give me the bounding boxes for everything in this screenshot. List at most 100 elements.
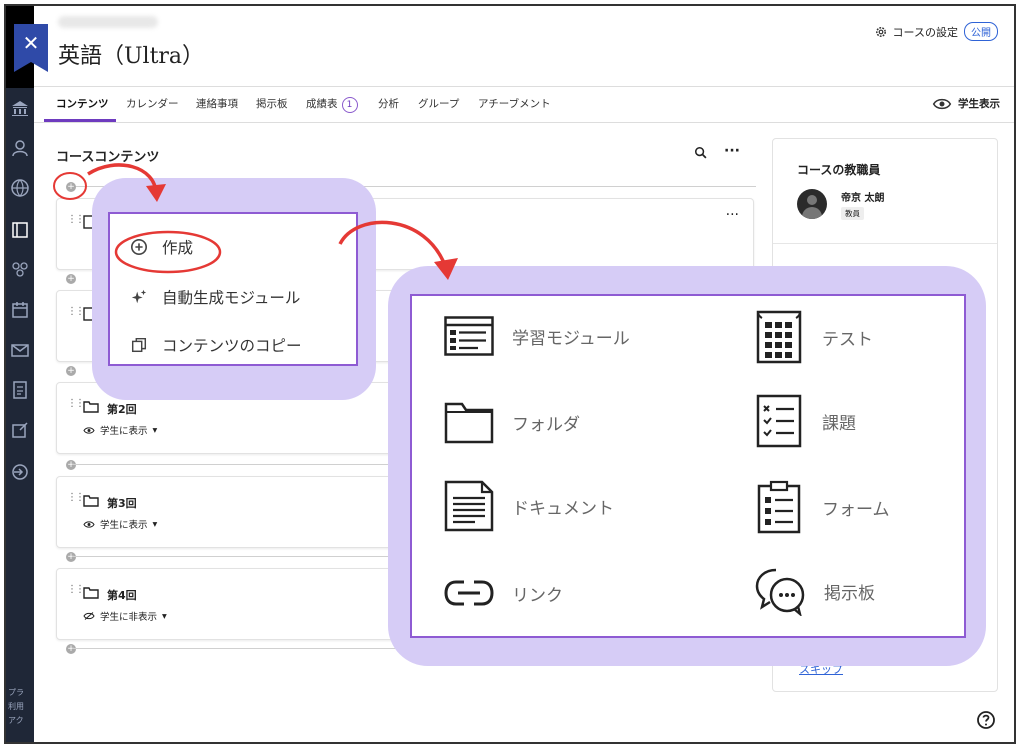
chevron-down-icon: ▾ bbox=[152, 518, 158, 530]
gradebook-count-badge: 1 bbox=[341, 97, 358, 113]
status-badge[interactable]: 公開 bbox=[964, 22, 998, 41]
item-more-icon[interactable]: ··· bbox=[726, 207, 739, 223]
tab-groups[interactable]: グループ bbox=[418, 96, 459, 111]
sidebar-footer-2[interactable]: 利用 bbox=[8, 700, 24, 714]
more-options-icon[interactable]: ··· bbox=[724, 144, 740, 160]
search-icon[interactable] bbox=[694, 146, 708, 160]
visibility-label: 学生に表示 bbox=[100, 520, 148, 531]
close-course-button[interactable]: ✕ bbox=[14, 24, 48, 72]
eye-refresh-icon bbox=[932, 98, 952, 109]
sidebar-footer-1[interactable]: プラ bbox=[8, 686, 24, 700]
tab-gradebook[interactable]: 成績表 1 bbox=[306, 96, 358, 113]
tools-icon[interactable] bbox=[10, 420, 30, 440]
create-document[interactable]: ドキュメント bbox=[444, 480, 614, 532]
blurred-breadcrumb bbox=[58, 16, 158, 28]
add-content-menu: 作成 自動生成モジュール コンテンツのコピー bbox=[108, 212, 358, 366]
course-settings-label[interactable]: コースの設定 bbox=[893, 24, 958, 40]
eye-icon bbox=[83, 426, 95, 434]
create-content-menu: 学習モジュール フォルダ ドキュメント リンク テスト 課題 フォーム 掲示板 bbox=[410, 294, 966, 638]
avatar[interactable] bbox=[797, 189, 827, 219]
tab-discussions[interactable]: 掲示板 bbox=[256, 96, 288, 111]
create-folder[interactable]: フォルダ bbox=[444, 400, 580, 444]
create-form[interactable]: フォーム bbox=[754, 480, 890, 534]
visibility-dropdown[interactable]: 学生に非表示 ▾ bbox=[83, 609, 167, 623]
discussion-icon bbox=[755, 568, 805, 616]
eye-icon bbox=[83, 520, 95, 528]
organizations-icon[interactable] bbox=[10, 260, 30, 280]
create-test[interactable]: テスト bbox=[754, 310, 873, 364]
menu-item-label: 自動生成モジュール bbox=[162, 289, 301, 307]
drag-handle-icon[interactable]: ⋮⋮ bbox=[67, 399, 85, 413]
gear-icon bbox=[875, 26, 886, 37]
grades-icon[interactable] bbox=[10, 380, 30, 400]
menu-item-label: コンテンツのコピー bbox=[162, 337, 302, 355]
close-icon: ✕ bbox=[22, 31, 40, 55]
teacher-name[interactable]: 帝京 太朗 bbox=[841, 189, 884, 204]
create-item-label: 課題 bbox=[822, 413, 856, 434]
student-view-button[interactable]: 学生表示 bbox=[932, 96, 1000, 111]
plus-circle-icon bbox=[130, 238, 148, 256]
tab-analytics[interactable]: 分析 bbox=[378, 96, 399, 111]
profile-icon[interactable] bbox=[10, 138, 30, 158]
test-icon bbox=[756, 310, 802, 364]
visibility-dropdown[interactable]: 学生に表示 ▾ bbox=[83, 423, 157, 437]
eye-slash-icon bbox=[83, 612, 95, 620]
menu-item-copy-content[interactable]: コンテンツのコピー bbox=[130, 334, 302, 356]
create-item-label: フォーム bbox=[822, 499, 890, 520]
tab-achievements[interactable]: アチーブメント bbox=[478, 96, 551, 111]
form-icon bbox=[757, 480, 801, 534]
calendar-icon[interactable] bbox=[10, 300, 30, 320]
create-learning-module[interactable]: 学習モジュール bbox=[444, 316, 630, 356]
course-content-title: コースコンテンツ bbox=[56, 150, 160, 165]
active-tab-indicator bbox=[44, 119, 116, 122]
folder-icon bbox=[444, 402, 494, 444]
learning-module-icon bbox=[444, 316, 494, 356]
menu-item-create[interactable]: 作成 bbox=[130, 236, 193, 258]
courses-icon[interactable] bbox=[10, 220, 30, 240]
messages-icon[interactable] bbox=[10, 340, 30, 360]
sign-out-icon[interactable] bbox=[10, 462, 30, 482]
content-tools: ··· bbox=[694, 144, 740, 160]
drag-handle-icon[interactable]: ⋮⋮ bbox=[67, 493, 85, 507]
left-sidebar: プラ 利用 アク bbox=[6, 6, 34, 742]
sidebar-footer-3[interactable]: アク bbox=[8, 714, 24, 728]
help-icon[interactable] bbox=[976, 710, 996, 730]
drag-handle-icon[interactable]: ⋮⋮ bbox=[67, 307, 85, 321]
sparkle-icon bbox=[131, 289, 147, 304]
create-link[interactable]: リンク bbox=[444, 578, 563, 608]
document-icon bbox=[444, 480, 494, 532]
course-tabs: コンテンツ カレンダー 連絡事項 掲示板 成績表 1 分析 グループ アチーブメン… bbox=[34, 86, 1014, 123]
assignment-icon bbox=[756, 394, 802, 448]
add-content-button[interactable]: + bbox=[66, 644, 76, 654]
drag-handle-icon[interactable]: ⋮⋮ bbox=[67, 585, 85, 599]
create-assignment[interactable]: 課題 bbox=[754, 394, 856, 448]
course-settings[interactable]: コースの設定 公開 bbox=[875, 22, 998, 41]
tab-announcements[interactable]: 連絡事項 bbox=[196, 96, 238, 111]
visibility-dropdown[interactable]: 学生に表示 ▾ bbox=[83, 517, 157, 531]
content-item-title[interactable]: 第3回 bbox=[107, 495, 137, 511]
add-content-button[interactable]: + bbox=[66, 274, 76, 284]
menu-item-label: 作成 bbox=[162, 239, 194, 257]
drag-handle-icon[interactable]: ⋮⋮ bbox=[67, 215, 85, 229]
create-item-label: 掲示板 bbox=[824, 583, 875, 604]
menu-item-auto-module[interactable]: 自動生成モジュール bbox=[130, 286, 300, 308]
create-discussion[interactable]: 掲示板 bbox=[754, 566, 875, 616]
copy-icon bbox=[131, 337, 147, 353]
add-content-button[interactable]: + bbox=[66, 366, 76, 376]
institution-icon[interactable] bbox=[10, 98, 30, 118]
globe-icon[interactable] bbox=[10, 178, 30, 198]
add-content-button[interactable]: + bbox=[66, 552, 76, 562]
create-menu-callout: 学習モジュール フォルダ ドキュメント リンク テスト 課題 フォーム 掲示板 bbox=[388, 266, 986, 666]
content-item-title[interactable]: 第4回 bbox=[107, 587, 137, 603]
tab-content[interactable]: コンテンツ bbox=[56, 96, 109, 111]
tab-gradebook-label: 成績表 bbox=[306, 98, 338, 110]
create-item-label: ドキュメント bbox=[512, 498, 614, 519]
add-content-button[interactable]: + bbox=[66, 182, 76, 192]
folder-icon bbox=[83, 495, 99, 507]
app-window: プラ 利用 アク ✕ 英語（Ultra） コースの設定 公開 コンテンツ カレン… bbox=[4, 4, 1016, 744]
tab-calendar[interactable]: カレンダー bbox=[126, 96, 179, 111]
create-item-label: リンク bbox=[512, 585, 563, 606]
course-title: 英語（Ultra） bbox=[58, 44, 205, 69]
add-content-button[interactable]: + bbox=[66, 460, 76, 470]
content-item-title[interactable]: 第2回 bbox=[107, 401, 137, 417]
